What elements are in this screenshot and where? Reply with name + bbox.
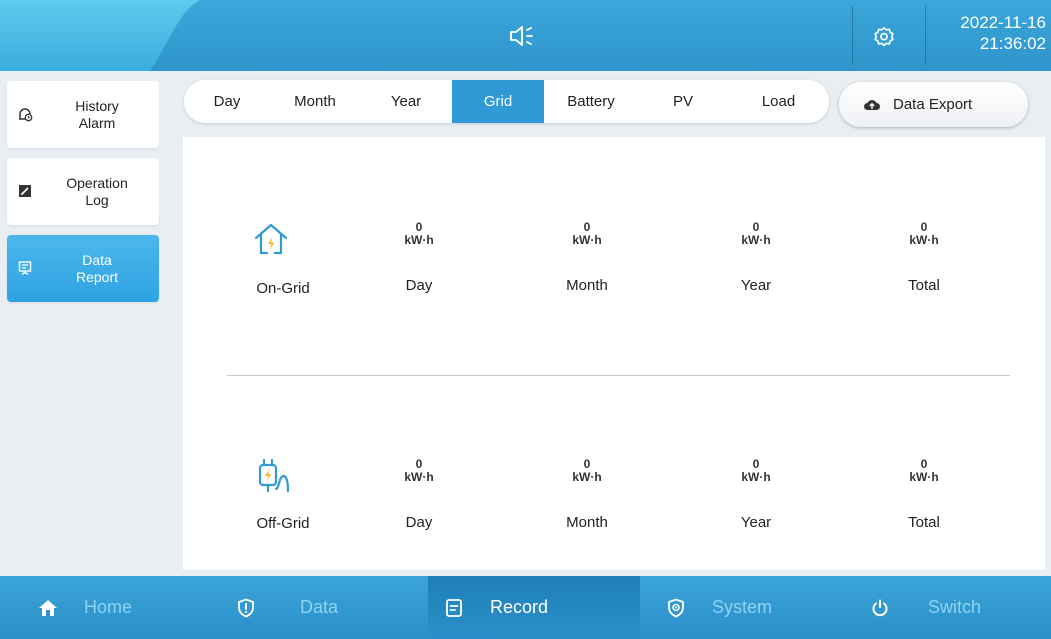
stat-unit: kW·h xyxy=(572,470,602,484)
off-grid-total-stat: 0 kW·h Total xyxy=(874,458,974,532)
header-divider xyxy=(852,6,853,65)
nav-home[interactable]: Home xyxy=(0,576,200,639)
top-bar: 2022-11-16 21:36:02 xyxy=(0,0,1051,71)
sidebar-item-history-alarm[interactable]: History Alarm xyxy=(7,81,159,148)
nav-label: Switch xyxy=(928,597,982,617)
cloud-upload-icon xyxy=(864,99,880,110)
stat-label: Total xyxy=(908,277,940,294)
stat-label: Year xyxy=(740,514,772,531)
sidebar-item-label: History Alarm xyxy=(75,97,119,131)
datetime-display: 2022-11-16 21:36:02 xyxy=(928,12,1046,54)
plug-lightning-icon xyxy=(258,458,290,493)
stat-label: Month xyxy=(566,277,608,294)
report-tab-bar: Day Month Year Grid Battery PV Load xyxy=(184,80,829,123)
stat-unit: kW·h xyxy=(909,233,939,247)
nav-label: Data xyxy=(300,597,339,617)
nav-label: System xyxy=(712,597,773,617)
tab-year[interactable]: Year xyxy=(360,80,452,123)
sidebar-item-operation-log[interactable]: Operation Log xyxy=(7,158,159,225)
stat-label: Day xyxy=(405,277,433,294)
report-icon xyxy=(18,261,32,275)
alarm-clock-icon xyxy=(19,108,33,122)
nav-data[interactable]: Data xyxy=(210,576,410,639)
off-grid-month-stat: 0 kW·h Month xyxy=(537,458,637,532)
stat-label: Total xyxy=(908,514,940,531)
house-lightning-icon xyxy=(254,223,288,255)
stat-unit: kW·h xyxy=(909,470,939,484)
record-icon xyxy=(446,598,462,617)
stat-unit: kW·h xyxy=(741,233,771,247)
tab-load[interactable]: Load xyxy=(728,80,829,123)
nav-switch[interactable]: Switch xyxy=(862,576,1051,639)
nav-label: Home xyxy=(84,597,133,617)
stat-label: Day xyxy=(405,514,433,531)
sidebar-item-data-report[interactable]: Data Report xyxy=(7,235,159,302)
on-grid-year-stat: 0 kW·h Year xyxy=(706,221,806,295)
nav-system[interactable]: System xyxy=(650,576,850,639)
power-icon xyxy=(872,599,888,616)
on-grid-month-stat: 0 kW·h Month xyxy=(537,221,637,295)
tab-battery[interactable]: Battery xyxy=(544,80,638,123)
settings-shield-icon xyxy=(668,598,684,617)
speaker-icon[interactable] xyxy=(509,25,539,47)
logo-area xyxy=(0,0,200,71)
section-divider xyxy=(227,375,1010,376)
time-text: 21:36:02 xyxy=(979,34,1046,53)
on-grid-day-stat: 0 kW·h Day xyxy=(369,221,469,295)
stat-unit: kW·h xyxy=(741,470,771,484)
header-divider xyxy=(925,6,926,65)
home-icon xyxy=(39,599,57,616)
bottom-nav-bar: Home Data Record System Switch xyxy=(0,576,1051,639)
log-icon xyxy=(19,185,31,197)
stat-unit: kW·h xyxy=(404,470,434,484)
sidebar-item-label: Data Report xyxy=(75,251,119,285)
data-export-label: Data Export xyxy=(893,96,973,113)
tab-pv[interactable]: PV xyxy=(638,80,728,123)
on-grid-title: On-Grid xyxy=(256,280,310,297)
stat-unit: kW·h xyxy=(404,233,434,247)
nav-record[interactable]: Record xyxy=(428,576,640,639)
gear-icon[interactable] xyxy=(873,26,895,48)
off-grid-year-stat: 0 kW·h Year xyxy=(706,458,806,532)
date-text: 2022-11-16 xyxy=(960,13,1046,32)
nav-label: Record xyxy=(490,597,549,617)
tab-month[interactable]: Month xyxy=(270,80,360,123)
data-export-button[interactable]: Data Export xyxy=(839,82,1028,127)
off-grid-title: Off-Grid xyxy=(256,515,310,532)
tab-day[interactable]: Day xyxy=(184,80,270,123)
off-grid-day-stat: 0 kW·h Day xyxy=(369,458,469,532)
shield-alert-icon xyxy=(238,598,254,617)
stat-unit: kW·h xyxy=(572,233,602,247)
stat-label: Year xyxy=(740,277,772,294)
tab-grid[interactable]: Grid xyxy=(452,80,544,123)
on-grid-total-stat: 0 kW·h Total xyxy=(874,221,974,295)
grid-report-panel: On-Grid 0 kW·h Day 0 kW·h Month 0 kW·h Y… xyxy=(183,137,1045,570)
sidebar-item-label: Operation Log xyxy=(66,174,128,208)
stat-label: Month xyxy=(566,514,608,531)
